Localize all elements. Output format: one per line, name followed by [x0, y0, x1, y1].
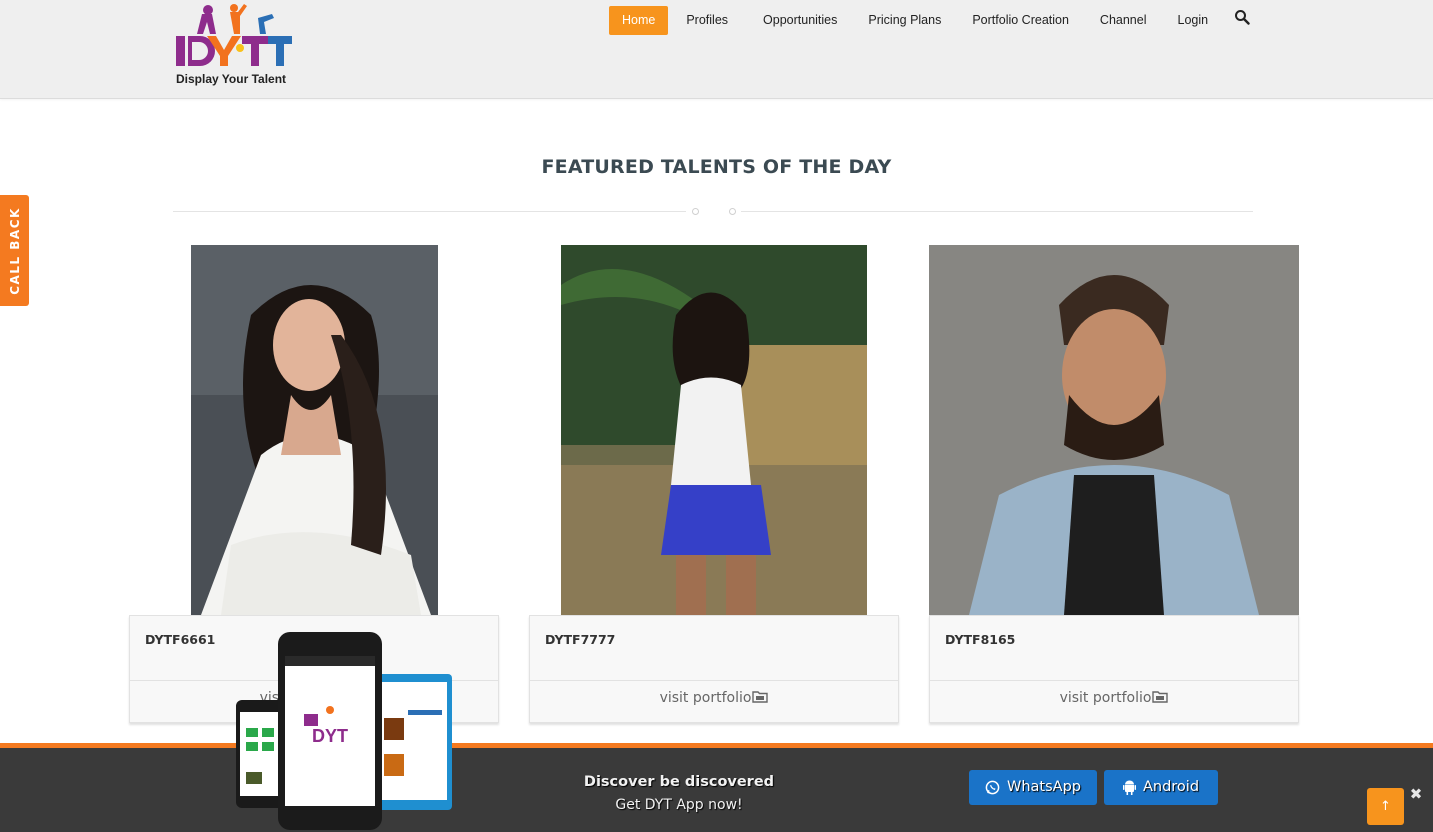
app-bar-headline: Discover be discovered [583, 774, 775, 790]
close-icon[interactable]: ✖ [1408, 786, 1424, 802]
visit-portfolio-label: visit portfolio [659, 690, 752, 706]
talent-card: DYTF8165 visit portfolio [929, 245, 1299, 723]
whatsapp-button[interactable]: WhatsApp [969, 770, 1097, 805]
call-back-label: CALL BACK [7, 206, 22, 295]
talent-photo[interactable] [191, 245, 438, 615]
logo-tagline: Display Your Talent [176, 72, 287, 86]
visit-portfolio-label: visit portfolio [1059, 690, 1152, 706]
card-divider [530, 680, 898, 681]
nav-pricing-plans[interactable]: Pricing Plans [855, 6, 954, 35]
whatsapp-label: WhatsApp [1007, 779, 1081, 795]
nav-login[interactable]: Login [1165, 6, 1222, 35]
section-title: FEATURED TALENTS OF THE DAY [541, 156, 892, 178]
nav-home[interactable]: Home [609, 6, 669, 35]
call-back-tab[interactable]: CALL BACK [0, 195, 29, 306]
arrow-up-icon: ↑ [1380, 799, 1391, 814]
app-phones-image: DYT [236, 632, 452, 830]
talent-id: DYTF7777 [545, 632, 616, 647]
title-divider-right [741, 211, 1253, 212]
android-icon [1122, 780, 1136, 795]
talent-photo[interactable] [929, 245, 1299, 615]
title-divider-dot [692, 208, 699, 215]
title-divider-dot [729, 208, 736, 215]
talent-id: DYTF8165 [945, 632, 1016, 647]
folder-icon [1152, 691, 1169, 703]
folder-icon [752, 691, 769, 703]
search-icon[interactable] [1234, 9, 1250, 25]
talent-photo[interactable] [561, 245, 867, 615]
android-button[interactable]: Android [1104, 770, 1218, 805]
nav-portfolio-creation[interactable]: Portfolio Creation [959, 6, 1082, 35]
title-divider-left [173, 211, 686, 212]
android-label: Android [1142, 779, 1200, 795]
nav-opportunities[interactable]: Opportunities [750, 6, 850, 35]
card-divider [930, 680, 1298, 681]
app-bar-subline: Get DYT App now! [615, 797, 743, 813]
nav-profiles[interactable]: Profiles [673, 6, 741, 35]
scroll-top-button[interactable]: ↑ [1367, 788, 1404, 825]
nav-channel[interactable]: Channel [1087, 6, 1160, 35]
whatsapp-icon [985, 780, 1000, 795]
app-download-bar: Discover be discovered Get DYT App now! … [0, 743, 1433, 832]
svg-text:DYT: DYT [312, 726, 348, 746]
site-header: Display Your Talent Home Profiles Opport… [0, 0, 1433, 99]
talent-card: DYTF7777 visit portfolio [529, 245, 899, 723]
card-body: DYTF7777 visit portfolio [529, 615, 899, 723]
main-nav: Home Profiles Opportunities Pricing Plan… [609, 6, 1221, 35]
talent-id: DYTF6661 [145, 632, 216, 647]
visit-portfolio-link[interactable]: visit portfolio [530, 690, 898, 706]
card-body: DYTF8165 visit portfolio [929, 615, 1299, 723]
visit-portfolio-link[interactable]: visit portfolio [930, 690, 1298, 706]
